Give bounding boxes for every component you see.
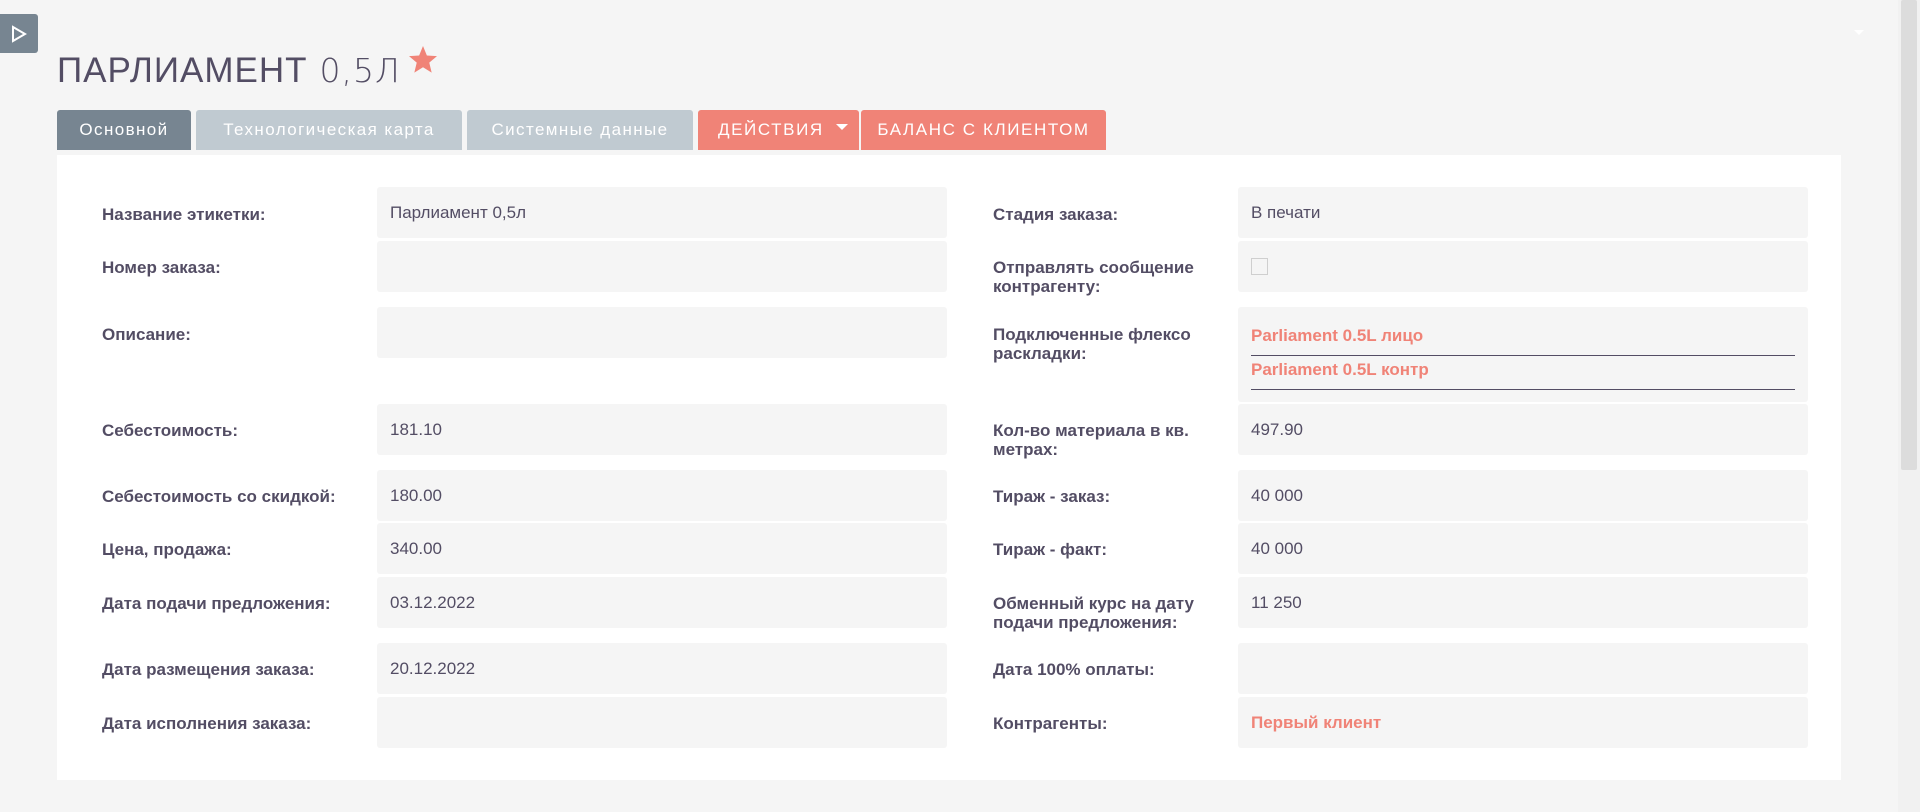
label-description: Описание:	[102, 325, 191, 344]
caret-down-icon[interactable]	[1854, 30, 1864, 35]
scrollbar-thumb[interactable]	[1901, 0, 1917, 470]
tab-system-data[interactable]: Системные данные	[467, 110, 693, 150]
flexo-item: Parliament 0.5L лицо	[1251, 322, 1795, 356]
value-payment-date	[1238, 643, 1808, 694]
flexo-link-back[interactable]: Parliament 0.5L контр	[1251, 360, 1429, 379]
label-completion-date: Дата исполнения заказа:	[102, 714, 312, 733]
label-material-sqm: Кол-во материала в кв. метрах:	[993, 421, 1189, 459]
tab-balance[interactable]: БАЛАНС С КЛИЕНТОМ	[861, 110, 1106, 150]
notify-field	[1238, 241, 1808, 292]
label-run-fact: Тираж - факт:	[993, 540, 1108, 559]
value-run-fact: 40 000	[1238, 523, 1808, 574]
label-notify-line1: Отправлять сообщение	[993, 258, 1194, 277]
tab-tech-card[interactable]: Технологическая карта	[196, 110, 462, 150]
label-rate-line2: подачи предложения:	[993, 613, 1178, 632]
value-exchange-rate: 11 250	[1238, 577, 1808, 628]
notify-checkbox[interactable]	[1251, 258, 1268, 275]
tab-actions-label: ДЕЙСТВИЯ	[718, 120, 824, 139]
sidebar-toggle-button[interactable]	[0, 14, 38, 53]
flexo-link-face[interactable]: Parliament 0.5L лицо	[1251, 326, 1423, 345]
page-title-sub: 0,5Л	[319, 51, 401, 90]
label-flexo-line1: Подключенные флексо	[993, 325, 1191, 344]
value-placement-date: 20.12.2022	[377, 643, 947, 694]
tab-actions[interactable]: ДЕЙСТВИЯ	[698, 110, 859, 150]
value-flexo-layouts: Parliament 0.5L лицо Parliament 0.5L кон…	[1238, 307, 1808, 402]
label-exchange-rate: Обменный курс на дату подачи предложения…	[993, 594, 1194, 632]
value-cost-discount: 180.00	[377, 470, 947, 521]
label-material-line2: метрах:	[993, 440, 1059, 459]
label-offer-date: Дата подачи предложения:	[102, 594, 331, 613]
value-order-stage: В печати	[1238, 187, 1808, 238]
label-flexo-line2: раскладки:	[993, 344, 1087, 363]
value-contractors: Первый клиент	[1238, 697, 1808, 748]
value-material-sqm: 497.90	[1238, 404, 1808, 455]
tab-main[interactable]: Основной	[57, 110, 191, 150]
page-title-main: ПАРЛИАМЕНТ	[57, 51, 308, 90]
label-cost: Себестоимость:	[102, 421, 239, 440]
label-notify-contractor: Отправлять сообщение контрагенту:	[993, 258, 1194, 296]
tab-bar: Основной Технологическая карта Системные…	[57, 110, 1111, 150]
contractor-link[interactable]: Первый клиент	[1251, 713, 1381, 733]
page-title: ПАРЛИАМЕНТ 0,5Л	[57, 46, 439, 91]
value-description	[377, 307, 947, 358]
label-material-line1: Кол-во материала в кв.	[993, 421, 1189, 440]
flexo-item: Parliament 0.5L контр	[1251, 356, 1795, 390]
value-offer-date: 03.12.2022	[377, 577, 947, 628]
label-order-number: Номер заказа:	[102, 258, 221, 277]
chevron-down-icon	[835, 124, 848, 130]
label-price: Цена, продажа:	[102, 540, 232, 559]
value-price: 340.00	[377, 523, 947, 574]
value-run-order: 40 000	[1238, 470, 1808, 521]
value-label-name: Парлиамент 0,5л	[377, 187, 947, 238]
play-triangle-icon	[12, 24, 27, 43]
label-rate-line1: Обменный курс на дату	[993, 594, 1194, 613]
star-icon[interactable]	[407, 44, 439, 85]
value-cost: 181.10	[377, 404, 947, 455]
label-cost-discount: Себестоимость со скидкой:	[102, 487, 336, 506]
detail-panel: Название этикетки: Парлиамент 0,5л Номер…	[57, 155, 1841, 780]
value-order-number	[377, 241, 947, 292]
label-order-stage: Стадия заказа:	[993, 205, 1119, 224]
label-notify-line2: контрагенту:	[993, 277, 1101, 296]
label-run-order: Тираж - заказ:	[993, 487, 1111, 506]
label-flexo-layouts: Подключенные флексо раскладки:	[993, 325, 1191, 363]
value-completion-date	[377, 697, 947, 748]
label-label-name: Название этикетки:	[102, 205, 266, 224]
label-payment-date: Дата 100% оплаты:	[993, 660, 1155, 679]
page-scrollbar[interactable]	[1898, 0, 1920, 812]
label-contractors: Контрагенты:	[993, 714, 1108, 733]
label-placement-date: Дата размещения заказа:	[102, 660, 315, 679]
